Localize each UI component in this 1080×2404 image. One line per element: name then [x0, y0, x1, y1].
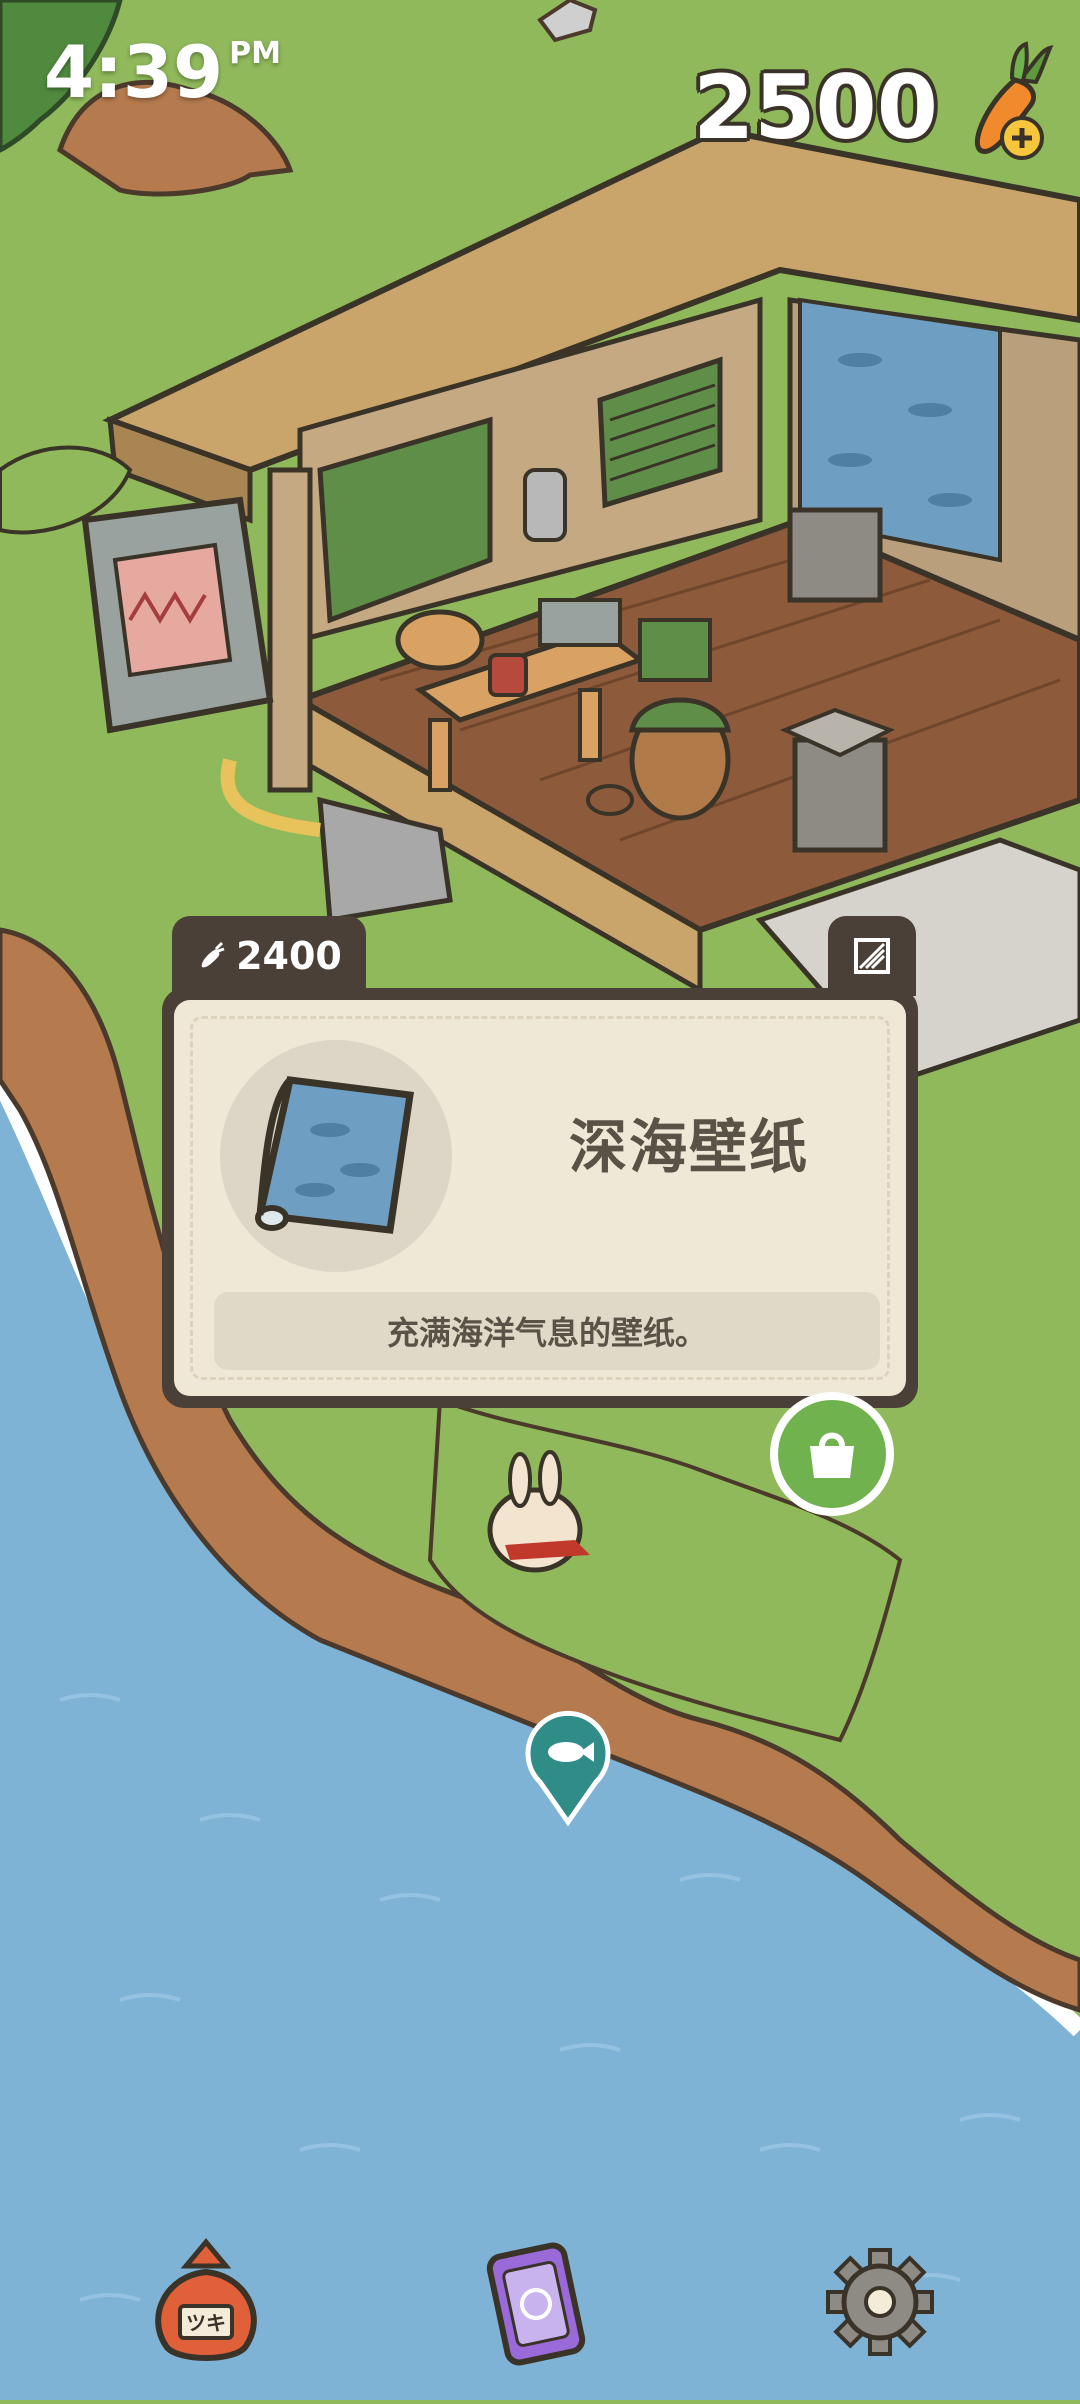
wallpaper-category-icon — [854, 938, 890, 974]
time-ampm: PM — [229, 36, 281, 71]
purchase-button[interactable] — [770, 1392, 894, 1516]
phone-button[interactable] — [476, 2236, 596, 2366]
item-price: 2400 — [236, 934, 342, 978]
item-card-body: 深海壁纸 充满海洋气息的壁纸。 — [174, 1000, 906, 1396]
inventory-bag-button[interactable]: ツキ — [146, 2236, 266, 2366]
item-detail-card[interactable]: 深海壁纸 充满海洋气息的壁纸。 — [162, 988, 918, 1408]
plus-circle-icon — [1000, 116, 1044, 160]
carrot-balance: 2500 — [693, 56, 938, 159]
phone-icon — [486, 2242, 586, 2366]
time-text: 4:39 — [44, 30, 224, 114]
item-name: 深海壁纸 — [568, 1113, 809, 1181]
wallpaper-roll-icon — [255, 1076, 414, 1234]
carrot-small-icon — [201, 941, 225, 968]
sack-label: ツキ — [186, 2311, 226, 2335]
sack-icon: ツキ — [155, 2238, 257, 2361]
shopping-bag-icon — [810, 1432, 854, 1478]
item-price-tab: 2400 — [172, 916, 366, 996]
item-description: 充满海洋气息的壁纸。 — [214, 1292, 880, 1370]
gear-icon — [826, 2248, 934, 2356]
fishing-spot-marker[interactable] — [520, 1702, 616, 1827]
item-thumbnail — [220, 1040, 452, 1272]
settings-button[interactable] — [820, 2236, 940, 2366]
add-carrots-button[interactable] — [950, 40, 1060, 170]
status-time: 4:39 PM — [44, 30, 281, 114]
category-tab — [828, 916, 916, 996]
